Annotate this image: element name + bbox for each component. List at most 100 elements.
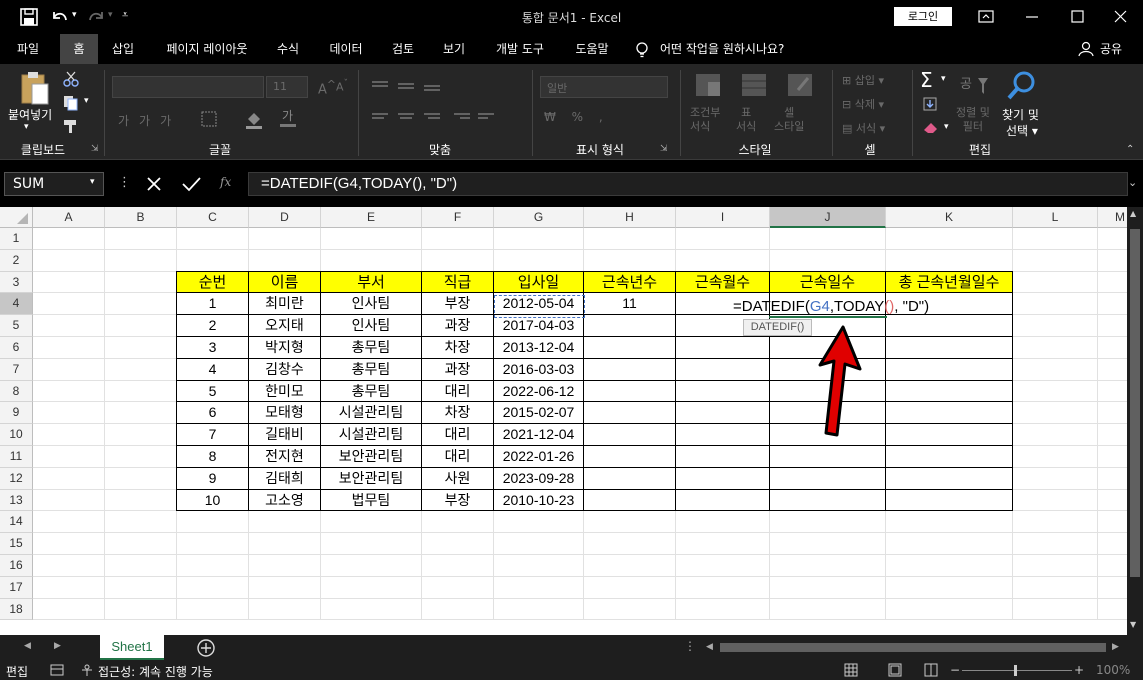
- collapse-ribbon-icon[interactable]: ⌃: [1126, 144, 1134, 155]
- tab-insert[interactable]: 삽입: [102, 34, 144, 64]
- column-header-a[interactable]: A: [33, 207, 105, 228]
- accessibility-status[interactable]: 접근성: 계속 진행 가능: [98, 663, 213, 680]
- number-launcher-icon[interactable]: ⇲: [660, 144, 668, 154]
- page-break-view-icon[interactable]: [924, 663, 938, 677]
- row-header-16[interactable]: 16: [0, 555, 33, 577]
- insert-function-icon[interactable]: fx: [220, 175, 231, 189]
- cut-icon[interactable]: [62, 70, 80, 88]
- delete-cells-button[interactable]: ⊟ 삭제 ▾: [842, 96, 884, 112]
- font-shrink-icon[interactable]: Aˇ: [336, 78, 348, 94]
- align-top-icons[interactable]: [368, 76, 518, 136]
- normal-view-icon[interactable]: [844, 663, 858, 677]
- row-header-17[interactable]: 17: [0, 576, 33, 599]
- table-cell[interactable]: 2010-10-23: [493, 488, 584, 512]
- table-cell[interactable]: 6: [176, 401, 249, 425]
- table-cell[interactable]: 길태비: [248, 423, 321, 446]
- worksheet-grid[interactable]: ABCDEFGHIJKLM 1 2 3 4 5 6 7 8 9 10 11 12 13 14 15 16 17 1…: [0, 207, 1143, 635]
- zoom-slider-thumb[interactable]: [1014, 665, 1017, 676]
- tab-page-layout[interactable]: 페이지 레이아웃: [154, 34, 260, 64]
- table-cell[interactable]: [885, 401, 1013, 425]
- select-all-corner[interactable]: [0, 207, 33, 228]
- table-cell[interactable]: 대리: [421, 423, 494, 446]
- row-header-4[interactable]: 4: [0, 293, 33, 316]
- number-format-buttons[interactable]: ₩ % ,: [544, 110, 609, 124]
- maximize-icon[interactable]: [1057, 4, 1097, 30]
- paste-dropdown-icon[interactable]: ▾: [24, 122, 29, 132]
- table-cell[interactable]: [675, 357, 770, 381]
- table-cell[interactable]: 부장: [421, 292, 494, 316]
- font-size-select[interactable]: 11: [266, 76, 308, 98]
- table-cell[interactable]: [675, 336, 770, 359]
- zoom-slider[interactable]: [962, 670, 1072, 671]
- table-cell[interactable]: [885, 314, 1013, 337]
- table-cell[interactable]: [583, 379, 676, 403]
- scroll-down-icon[interactable]: ▼: [1130, 620, 1136, 629]
- row-header-10[interactable]: 10: [0, 424, 33, 446]
- table-cell[interactable]: 대리: [421, 445, 494, 468]
- table-cell[interactable]: [885, 488, 1013, 512]
- cell-edit-formula[interactable]: =DATEDIF(G4,TODAY(), "D"): [733, 296, 929, 317]
- conditional-format-label[interactable]: 조건부 서식: [690, 106, 720, 134]
- row-header-11[interactable]: 11: [0, 446, 33, 468]
- autosum-dropdown-icon[interactable]: ▾: [941, 74, 946, 84]
- table-header-cell[interactable]: 부서: [320, 270, 422, 294]
- table-cell[interactable]: 총무팀: [320, 336, 422, 359]
- macro-record-icon[interactable]: [50, 663, 64, 677]
- table-cell[interactable]: 과장: [421, 357, 494, 381]
- row-header-2[interactable]: 2: [0, 249, 33, 272]
- tab-help[interactable]: 도움말: [566, 34, 618, 64]
- table-cell[interactable]: 오지태: [248, 314, 321, 337]
- table-header-cell[interactable]: 순번: [176, 270, 249, 294]
- conditional-format-icon[interactable]: [694, 72, 724, 100]
- row-header-14[interactable]: 14: [0, 511, 33, 534]
- table-cell[interactable]: [675, 401, 770, 425]
- column-header-k[interactable]: K: [886, 207, 1013, 228]
- table-cell[interactable]: 10: [176, 488, 249, 512]
- table-cell[interactable]: [769, 466, 886, 490]
- table-cell[interactable]: [583, 488, 676, 512]
- column-header-j[interactable]: J: [770, 207, 886, 228]
- table-cell[interactable]: [675, 423, 770, 446]
- table-cell[interactable]: 2013-12-04: [493, 336, 584, 359]
- table-cell[interactable]: [885, 379, 1013, 403]
- row-header-7[interactable]: 7: [0, 358, 33, 381]
- table-cell[interactable]: 2: [176, 314, 249, 337]
- table-cell[interactable]: 8: [176, 445, 249, 468]
- cancel-icon[interactable]: [144, 174, 164, 194]
- row-header-13[interactable]: 13: [0, 489, 33, 512]
- name-box[interactable]: SUM: [4, 172, 104, 196]
- tab-home[interactable]: 홈: [60, 34, 98, 64]
- clear-icon[interactable]: [922, 120, 940, 134]
- table-cell[interactable]: 보안관리팀: [320, 445, 422, 468]
- table-header-cell[interactable]: 근속일수: [769, 270, 886, 294]
- table-cell[interactable]: [769, 445, 886, 468]
- table-cell[interactable]: 과장: [421, 314, 494, 337]
- table-cell[interactable]: 1: [176, 292, 249, 316]
- table-cell[interactable]: 박지형: [248, 336, 321, 359]
- table-header-cell[interactable]: 근속년수: [583, 270, 676, 294]
- zoom-out-icon[interactable]: −: [950, 663, 960, 677]
- tab-data[interactable]: 데이터: [320, 34, 372, 64]
- table-cell[interactable]: 4: [176, 357, 249, 381]
- table-cell[interactable]: [675, 379, 770, 403]
- font-grow-icon[interactable]: A^: [318, 78, 336, 97]
- table-cell[interactable]: 전지현: [248, 445, 321, 468]
- sheet-tab-sheet1[interactable]: Sheet1: [100, 635, 164, 660]
- table-cell[interactable]: 차장: [421, 336, 494, 359]
- table-cell[interactable]: 부장: [421, 488, 494, 512]
- table-header-cell[interactable]: 직급: [421, 270, 494, 294]
- table-cell[interactable]: [675, 445, 770, 468]
- format-painter-icon[interactable]: [62, 118, 80, 134]
- share-button[interactable]: 공유: [1096, 34, 1126, 64]
- paste-icon[interactable]: [18, 70, 50, 106]
- row-header-12[interactable]: 12: [0, 467, 33, 490]
- table-cell[interactable]: [583, 336, 676, 359]
- table-cell[interactable]: [885, 466, 1013, 490]
- close-icon[interactable]: [1100, 4, 1140, 30]
- table-header-cell[interactable]: 입사일: [493, 270, 584, 294]
- table-cell[interactable]: 2022-06-12: [493, 379, 584, 403]
- table-cell[interactable]: 3: [176, 336, 249, 359]
- column-header-b[interactable]: B: [105, 207, 177, 228]
- borders-icon[interactable]: [200, 110, 218, 128]
- table-header-cell[interactable]: 근속월수: [675, 270, 770, 294]
